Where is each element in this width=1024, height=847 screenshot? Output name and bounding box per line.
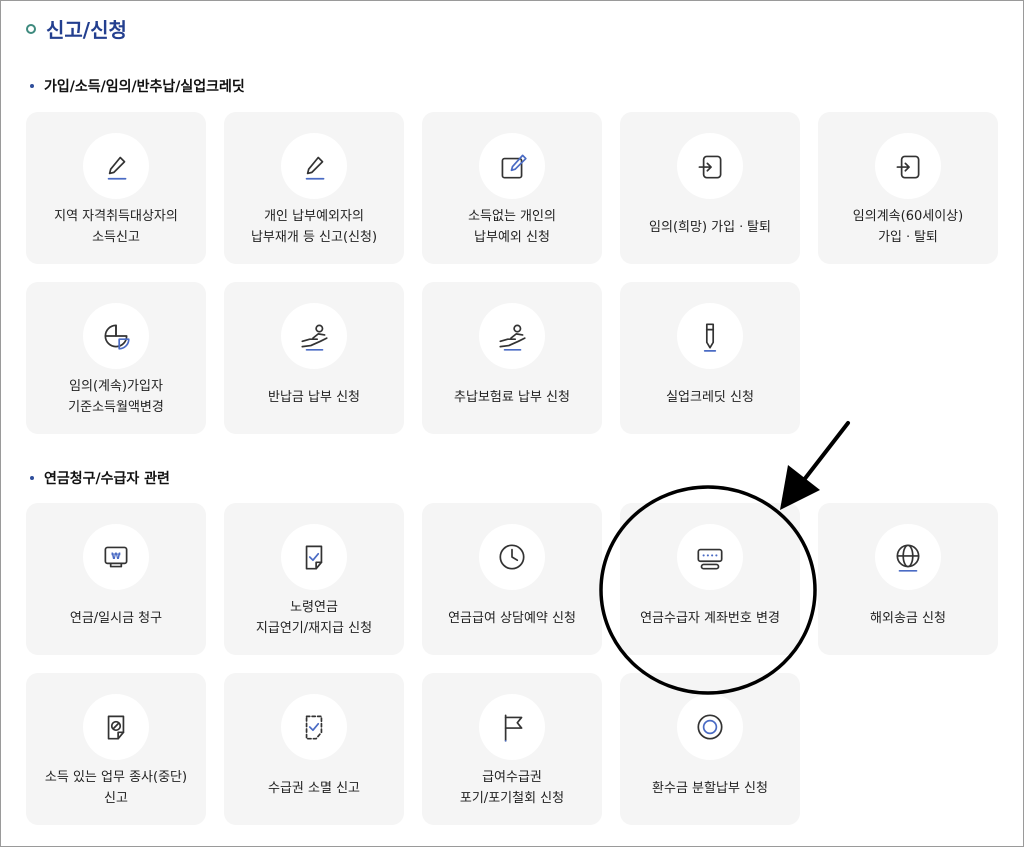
globe-icon <box>896 544 920 572</box>
pencil-icon <box>107 156 127 180</box>
service-card-label: 임의(계속)가입자 기준소득월액변경 <box>68 379 164 415</box>
icon-circle <box>677 694 743 760</box>
icon-circle <box>281 133 347 199</box>
title-ring-icon <box>26 23 36 34</box>
section-title-text: 연금청구/수급자 관련 <box>44 471 170 487</box>
service-card-label: 소득없는 개인의 납부예외 신청 <box>468 209 556 245</box>
icon-circle <box>479 524 545 590</box>
edit-box-icon <box>501 154 527 179</box>
document-prohibit-icon <box>107 715 125 740</box>
svg-text:₩: ₩ <box>111 552 121 562</box>
icon-circle <box>281 303 347 369</box>
sign-in-icon <box>896 155 920 179</box>
service-card[interactable]: 소득 있는 업무 종사(중단) 신고 <box>26 673 206 825</box>
won-monitor-icon: ₩ <box>104 546 128 568</box>
service-card[interactable]: 추납보험료 납부 신청 <box>422 282 602 434</box>
page-title: 신고/신청 <box>26 14 127 43</box>
service-card[interactable]: 임의(계속)가입자 기준소득월액변경 <box>26 282 206 434</box>
icon-circle <box>479 303 545 369</box>
pen-icon <box>703 323 717 352</box>
service-card[interactable]: ₩ 연금/일시금 청구 <box>26 503 206 655</box>
service-card-label: 연금수급자 계좌번호 변경 <box>640 610 780 626</box>
service-card-label: 임의(희망) 가입ㆍ탈퇴 <box>649 219 771 235</box>
dashed-document-check-icon <box>305 715 323 740</box>
service-card-label: 환수금 분할납부 신청 <box>652 780 768 796</box>
card-grid-enrollment: 지역 자격취득대상자의 소득신고 개인 납부예외자의 납부재개 등 신고(신청) 소… <box>26 112 998 434</box>
service-card[interactable]: 임의계속(60세이상) 가입ㆍ탈퇴 <box>818 112 998 264</box>
icon-circle <box>677 524 743 590</box>
service-card[interactable]: 개인 납부예외자의 납부재개 등 신고(신청) <box>224 112 404 264</box>
service-card-label: 개인 납부예외자의 납부재개 등 신고(신청) <box>250 209 378 245</box>
bullet-icon <box>30 476 34 480</box>
page-title-text: 신고/신청 <box>46 18 127 42</box>
flag-icon <box>504 714 523 742</box>
service-card[interactable]: 해외송금 신청 <box>818 503 998 655</box>
service-card-label: 급여수급권 포기/포기철회 신청 <box>459 770 565 806</box>
service-card-label: 추납보험료 납부 신청 <box>454 389 570 405</box>
service-card[interactable]: 소득없는 개인의 납부예외 신청 <box>422 112 602 264</box>
service-card[interactable]: 실업크레딧 신청 <box>620 282 800 434</box>
service-card[interactable]: 반납금 납부 신청 <box>224 282 404 434</box>
document-check-icon <box>305 545 323 570</box>
sign-in-icon <box>698 155 722 179</box>
service-card-label: 실업크레딧 신청 <box>666 389 754 405</box>
icon-circle <box>677 133 743 199</box>
service-card[interactable]: 노령연금 지급연기/재지급 신청 <box>224 503 404 655</box>
hand-person-icon <box>301 324 328 351</box>
service-card-label: 해외송금 신청 <box>870 610 946 626</box>
service-card-label: 연금급여 상담예약 신청 <box>448 610 576 626</box>
icon-circle <box>875 133 941 199</box>
service-card-label: 연금/일시금 청구 <box>69 610 163 626</box>
service-card-label: 소득 있는 업무 종사(중단) 신고 <box>44 770 188 806</box>
service-card-label: 임의계속(60세이상) 가입ㆍ탈퇴 <box>852 209 964 245</box>
service-card[interactable]: 지역 자격취득대상자의 소득신고 <box>26 112 206 264</box>
service-card[interactable]: 급여수급권 포기/포기철회 신청 <box>422 673 602 825</box>
password-input-icon <box>697 548 723 570</box>
service-card[interactable]: 환수금 분할납부 신청 <box>620 673 800 825</box>
icon-circle <box>677 303 743 369</box>
section-title-pension: 연금청구/수급자 관련 <box>30 468 170 488</box>
bullet-icon <box>30 84 34 88</box>
icon-circle <box>83 303 149 369</box>
coin-icon <box>697 714 723 740</box>
section-title-text: 가입/소득/임의/반추납/실업크레딧 <box>44 79 245 95</box>
icon-circle <box>479 133 545 199</box>
service-card-label: 지역 자격취득대상자의 소득신고 <box>54 209 178 245</box>
service-card[interactable]: 수급권 소멸 신고 <box>224 673 404 825</box>
icon-circle: ₩ <box>83 524 149 590</box>
card-grid-pension: ₩ 연금/일시금 청구 노령연금 지급연기/재지급 신청 연금급여 상담예약 신청 연금… <box>26 503 998 825</box>
pie-chart-icon <box>104 324 130 350</box>
icon-circle <box>83 133 149 199</box>
service-card-label: 노령연금 지급연기/재지급 신청 <box>255 600 373 636</box>
service-card[interactable]: 임의(희망) 가입ㆍ탈퇴 <box>620 112 800 264</box>
clock-icon <box>499 544 525 570</box>
hand-person-icon <box>499 324 526 351</box>
icon-circle <box>83 694 149 760</box>
section-title-enrollment: 가입/소득/임의/반추납/실업크레딧 <box>30 76 245 96</box>
pencil-icon <box>305 156 325 180</box>
service-card[interactable]: 연금수급자 계좌번호 변경 <box>620 503 800 655</box>
icon-circle <box>875 524 941 590</box>
service-card[interactable]: 연금급여 상담예약 신청 <box>422 503 602 655</box>
icon-circle <box>281 694 347 760</box>
icon-circle <box>479 694 545 760</box>
service-card-label: 수급권 소멸 신고 <box>268 780 360 796</box>
service-card-label: 반납금 납부 신청 <box>268 389 360 405</box>
icon-circle <box>281 524 347 590</box>
